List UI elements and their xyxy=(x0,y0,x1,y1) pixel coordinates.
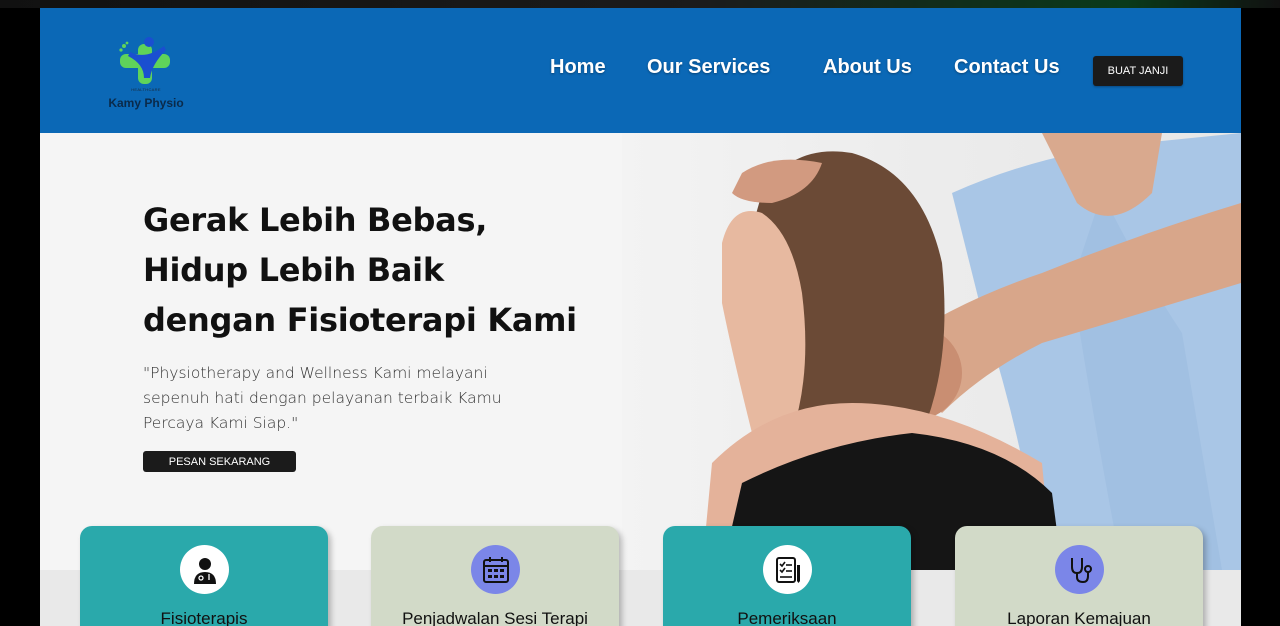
hero-text-section: Gerak Lebih Bebas, Hidup Lebih Baik deng… xyxy=(40,133,622,570)
hero-title-line: Hidup Lebih Baik xyxy=(143,251,444,289)
hero-title-line: dengan Fisioterapi Kami xyxy=(143,301,577,339)
hero-title-line: Gerak Lebih Bebas, xyxy=(143,201,488,239)
service-card-penjadwalan[interactable]: Penjadwalan Sesi Terapi xyxy=(371,526,619,626)
brand-tagline: HEALTHCARE xyxy=(131,87,161,92)
web-page: HEALTHCARE Kamy Physio Home Our Services… xyxy=(40,8,1241,626)
hero-photo xyxy=(622,133,1241,570)
nav-about-us[interactable]: About Us xyxy=(823,56,912,79)
physiotherapy-photo-illustration xyxy=(702,133,1241,570)
nav-contact-us[interactable]: Contact Us xyxy=(954,56,1060,79)
service-card-label: Pemeriksaan xyxy=(737,609,837,626)
nav-our-services[interactable]: Our Services xyxy=(647,56,770,79)
stethoscope-icon xyxy=(1055,545,1104,594)
service-card-fisioterapis[interactable]: Fisioterapis xyxy=(80,526,328,626)
hero-subtitle: "Physiotherapy and Wellness Kami melayan… xyxy=(143,364,502,432)
order-now-button[interactable]: PESAN SEKARANG xyxy=(143,451,296,472)
service-card-label: Fisioterapis xyxy=(160,609,248,626)
service-card-label: Laporan Kemajuan xyxy=(1007,609,1151,626)
site-header: HEALTHCARE Kamy Physio Home Our Services… xyxy=(40,8,1241,133)
book-appointment-button[interactable]: BUAT JANJI xyxy=(1093,56,1183,86)
nav-home[interactable]: Home xyxy=(550,56,606,79)
service-card-pemeriksaan[interactable]: Pemeriksaan xyxy=(663,526,911,626)
service-card-laporan[interactable]: Laporan Kemajuan xyxy=(955,526,1203,626)
service-card-label: Penjadwalan Sesi Terapi xyxy=(402,609,588,626)
checklist-icon xyxy=(763,545,812,594)
window-top-strip xyxy=(0,0,1280,8)
physio-cross-icon xyxy=(119,37,170,84)
brand-name: Kamy Physio xyxy=(108,96,184,110)
brand-logo[interactable]: HEALTHCARE Kamy Physio xyxy=(106,34,186,114)
doctor-icon xyxy=(180,545,229,594)
hero-title: Gerak Lebih Bebas, Hidup Lebih Baik deng… xyxy=(143,195,603,345)
calendar-icon xyxy=(471,545,520,594)
